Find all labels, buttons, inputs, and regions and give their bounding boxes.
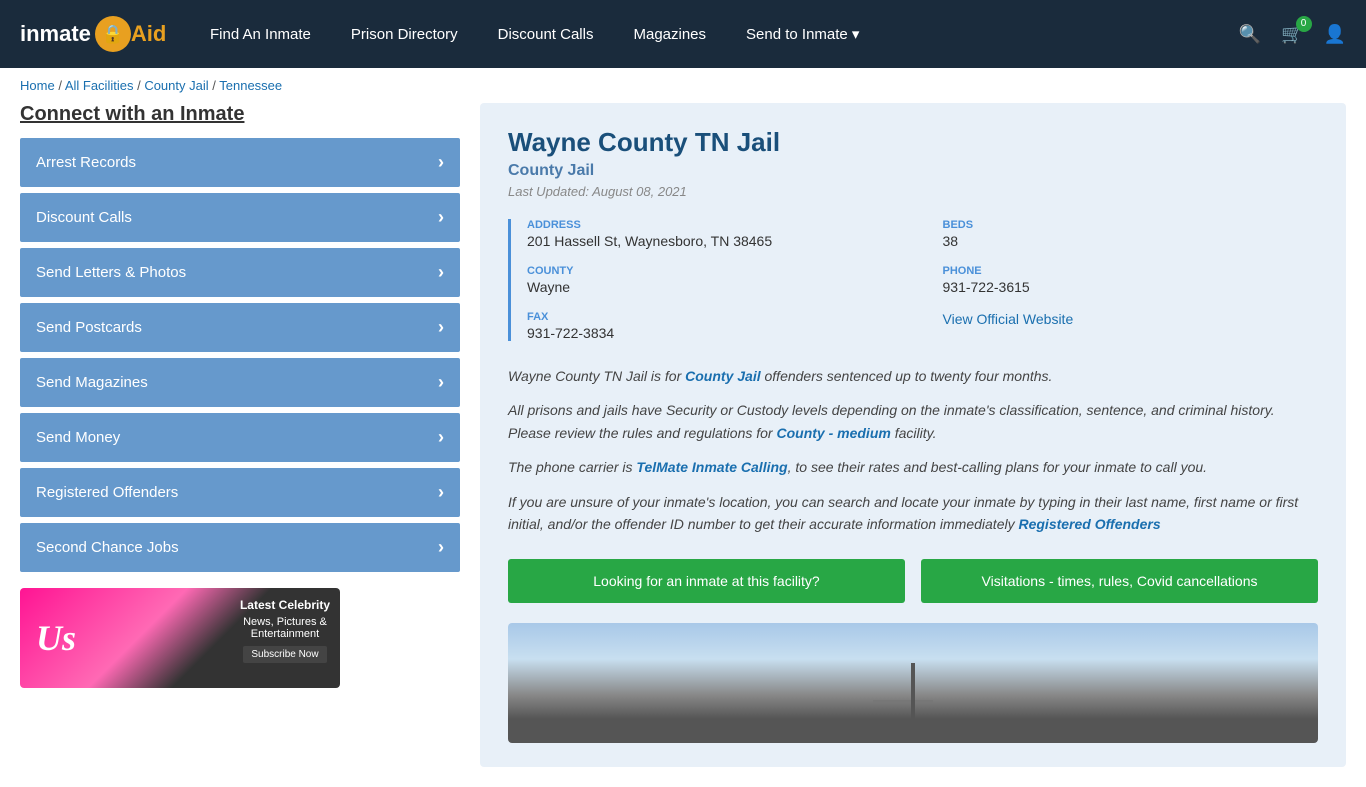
chevron-right-icon: ›	[438, 207, 444, 228]
ad-subscribe-btn[interactable]: Subscribe Now	[243, 646, 326, 663]
facility-type: County Jail	[508, 162, 1318, 180]
desc3-text: The phone carrier is	[508, 459, 636, 475]
breadcrumb-home[interactable]: Home	[20, 78, 55, 93]
phone-block: PHONE 931-722-3615	[943, 265, 1319, 295]
nav-prison-directory[interactable]: Prison Directory	[351, 26, 458, 43]
main-nav: Find An Inmate Prison Directory Discount…	[210, 25, 1209, 43]
cart-badge: 0	[1296, 16, 1312, 32]
nav-discount-calls[interactable]: Discount Calls	[498, 26, 594, 43]
sidebar-item-send-postcards[interactable]: Send Postcards ›	[20, 303, 460, 352]
chevron-right-icon: ›	[438, 372, 444, 393]
desc3-rest: , to see their rates and best-calling pl…	[788, 459, 1207, 475]
breadcrumb-county-jail[interactable]: County Jail	[144, 78, 208, 93]
fax-block: FAX 931-722-3834	[527, 311, 903, 341]
ad-logo: Us	[36, 617, 76, 659]
beds-value: 38	[943, 233, 1319, 249]
logo-text: inmate	[20, 21, 91, 47]
chevron-right-icon: ›	[438, 482, 444, 503]
county-label: COUNTY	[527, 265, 903, 277]
header-icons: 🔍 🛒 0 👤	[1239, 24, 1346, 45]
sidebar-title: Connect with an Inmate	[20, 103, 460, 126]
official-website-link[interactable]: View Official Website	[943, 311, 1074, 327]
search-icon[interactable]: 🔍	[1239, 24, 1261, 45]
desc1-rest: offenders sentenced up to twenty four mo…	[761, 368, 1053, 384]
logo-aid: Aid	[131, 21, 166, 47]
phone-value: 931-722-3615	[943, 279, 1319, 295]
main-layout: Connect with an Inmate Arrest Records › …	[0, 103, 1366, 787]
address-value: 201 Hassell St, Waynesboro, TN 38465	[527, 233, 903, 249]
cart-button[interactable]: 🛒 0	[1281, 24, 1303, 45]
desc2-rest: facility.	[891, 425, 937, 441]
sidebar-item-send-letters[interactable]: Send Letters & Photos ›	[20, 248, 460, 297]
facility-image	[508, 623, 1318, 743]
user-icon[interactable]: 👤	[1324, 24, 1346, 45]
fax-label: FAX	[527, 311, 903, 323]
desc3-link[interactable]: TelMate Inmate Calling	[636, 459, 787, 475]
action-buttons: Looking for an inmate at this facility? …	[508, 559, 1318, 603]
sidebar-item-discount-calls[interactable]: Discount Calls ›	[20, 193, 460, 242]
sidebar: Connect with an Inmate Arrest Records › …	[20, 103, 460, 767]
sidebar-item-arrest-records[interactable]: Arrest Records ›	[20, 138, 460, 187]
facility-content: Wayne County TN Jail County Jail Last Up…	[480, 103, 1346, 767]
desc1-text: Wayne County TN Jail is for	[508, 368, 685, 384]
ad-content: Latest Celebrity News, Pictures & Entert…	[240, 598, 330, 663]
phone-label: PHONE	[943, 265, 1319, 277]
breadcrumb-tennessee[interactable]: Tennessee	[219, 78, 282, 93]
chevron-right-icon: ›	[438, 537, 444, 558]
ad-title-line1: Latest Celebrity	[240, 598, 330, 612]
address-block: ADDRESS 201 Hassell St, Waynesboro, TN 3…	[527, 219, 903, 249]
county-value: Wayne	[527, 279, 903, 295]
logo-icon: 🔒	[95, 16, 131, 52]
website-block: View Official Website	[943, 311, 1319, 341]
sidebar-item-second-chance-jobs[interactable]: Second Chance Jobs ›	[20, 523, 460, 572]
desc-para-2: All prisons and jails have Security or C…	[508, 399, 1318, 444]
breadcrumb: Home / All Facilities / County Jail / Te…	[0, 68, 1366, 103]
desc-para-1: Wayne County TN Jail is for County Jail …	[508, 365, 1318, 387]
visitations-button[interactable]: Visitations - times, rules, Covid cancel…	[921, 559, 1318, 603]
chevron-right-icon: ›	[438, 427, 444, 448]
county-block: COUNTY Wayne	[527, 265, 903, 295]
ad-title-line3: Entertainment	[240, 628, 330, 640]
facility-info-grid: ADDRESS 201 Hassell St, Waynesboro, TN 3…	[508, 219, 1318, 341]
desc1-link[interactable]: County Jail	[685, 368, 760, 384]
find-inmate-button[interactable]: Looking for an inmate at this facility?	[508, 559, 905, 603]
desc2-link[interactable]: County - medium	[776, 425, 890, 441]
nav-find-inmate[interactable]: Find An Inmate	[210, 26, 311, 43]
nav-send-inmate[interactable]: Send to Inmate ▾	[746, 25, 859, 43]
desc-para-3: The phone carrier is TelMate Inmate Call…	[508, 456, 1318, 478]
chevron-right-icon: ›	[438, 317, 444, 338]
sidebar-item-send-magazines[interactable]: Send Magazines ›	[20, 358, 460, 407]
header: inmate 🔒 Aid Find An Inmate Prison Direc…	[0, 0, 1366, 68]
desc4-link[interactable]: Registered Offenders	[1018, 516, 1160, 532]
facility-title: Wayne County TN Jail	[508, 127, 1318, 158]
nav-magazines[interactable]: Magazines	[633, 26, 706, 43]
facility-updated: Last Updated: August 08, 2021	[508, 184, 1318, 199]
facility-description: Wayne County TN Jail is for County Jail …	[508, 365, 1318, 535]
beds-label: BEDS	[943, 219, 1319, 231]
sidebar-item-send-money[interactable]: Send Money ›	[20, 413, 460, 462]
chevron-right-icon: ›	[438, 262, 444, 283]
address-label: ADDRESS	[527, 219, 903, 231]
ad-title-line2: News, Pictures &	[240, 616, 330, 628]
ad-banner[interactable]: Us Latest Celebrity News, Pictures & Ent…	[20, 588, 340, 688]
fax-value: 931-722-3834	[527, 325, 903, 341]
beds-block: BEDS 38	[943, 219, 1319, 249]
sidebar-item-registered-offenders[interactable]: Registered Offenders ›	[20, 468, 460, 517]
desc-para-4: If you are unsure of your inmate's locat…	[508, 491, 1318, 536]
desc4-text: If you are unsure of your inmate's locat…	[508, 494, 1298, 532]
logo[interactable]: inmate 🔒 Aid	[20, 16, 180, 52]
breadcrumb-all-facilities[interactable]: All Facilities	[65, 78, 134, 93]
chevron-right-icon: ›	[438, 152, 444, 173]
